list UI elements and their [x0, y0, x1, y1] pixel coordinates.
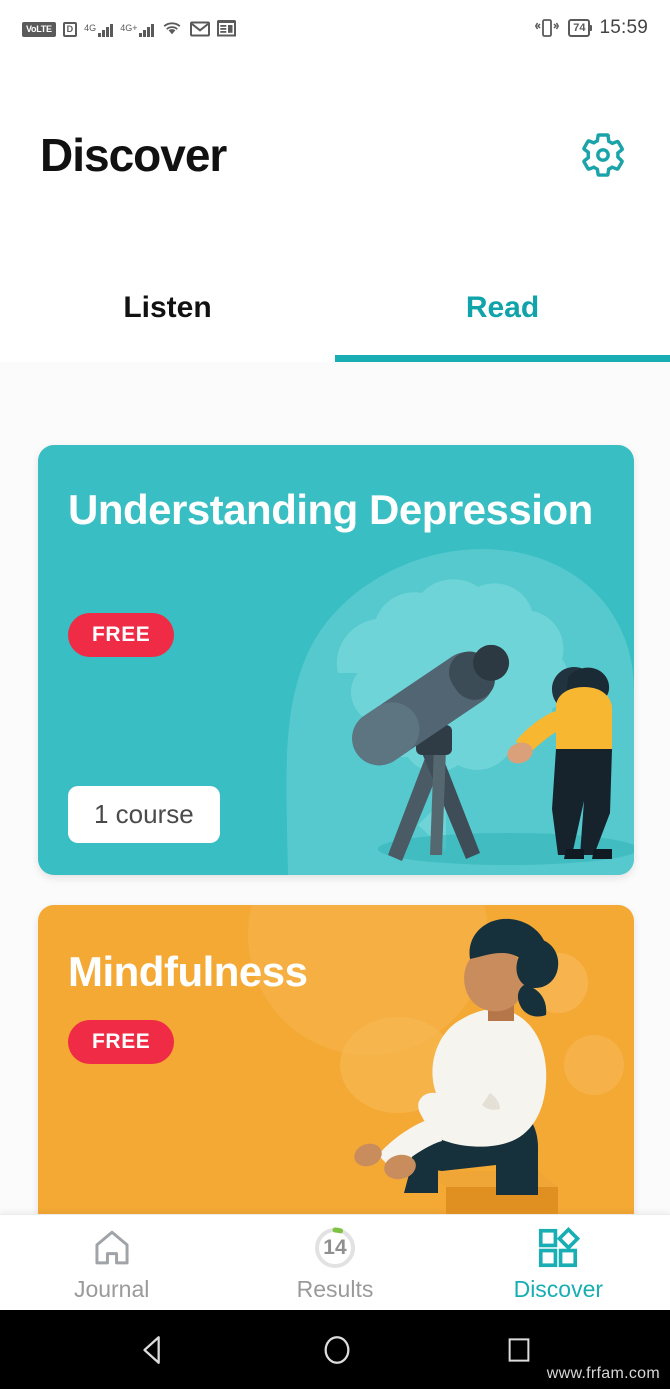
phone-screen: VoLTE D 4G 4G+ 74 15:59 Discover Listen … — [0, 0, 670, 1389]
course-card-mindfulness[interactable]: Mindfulness FREE — [38, 905, 634, 1214]
home-circle-icon[interactable] — [320, 1333, 354, 1367]
signal-4g-icon: 4G — [84, 22, 114, 37]
vibrate-icon — [535, 19, 560, 37]
android-navigation-bar: www.frfam.com — [0, 1310, 670, 1389]
signal-4gplus-icon: 4G+ — [120, 22, 155, 37]
network-type-label-2: 4G+ — [120, 22, 138, 33]
app-header: Discover — [0, 56, 670, 254]
course-count-pill: 1 course — [68, 786, 220, 843]
nav-item-journal[interactable]: Journal — [0, 1215, 223, 1310]
network-type-label-1: 4G — [84, 22, 97, 33]
free-badge: FREE — [68, 1020, 175, 1064]
bottom-navigation-bar: Journal 14 Results Discover — [0, 1214, 670, 1310]
status-bar: VoLTE D 4G 4G+ 74 15:59 — [0, 0, 670, 56]
volte-icon: VoLTE — [22, 21, 56, 37]
course-card-understanding-depression[interactable]: Understanding Depression FREE 1 course — [38, 445, 634, 875]
progress-ring-icon: 14 — [312, 1226, 358, 1270]
free-badge: FREE — [68, 613, 175, 657]
nav-item-results-label: Results — [296, 1276, 374, 1302]
clock: 15:59 — [599, 17, 648, 38]
nav-item-discover[interactable]: Discover — [447, 1215, 670, 1310]
wifi-icon — [164, 21, 181, 34]
nav-item-discover-label: Discover — [513, 1276, 604, 1302]
card-title: Understanding Depression — [68, 486, 593, 533]
home-icon — [90, 1226, 134, 1270]
nav-item-journal-label: Journal — [73, 1276, 150, 1302]
tab-listen-label: Listen — [123, 291, 212, 324]
status-bar-right-icons: 74 15:59 — [535, 17, 648, 39]
dual-sim-icon: D — [62, 21, 78, 37]
settings-button[interactable] — [576, 128, 630, 182]
nav-item-results[interactable]: 14 Results — [223, 1215, 446, 1310]
tab-read[interactable]: Read — [335, 254, 670, 362]
watermark: www.frfam.com — [546, 1365, 660, 1382]
page-title: Discover — [40, 129, 227, 181]
battery-icon: 74 — [568, 19, 593, 37]
tab-listen[interactable]: Listen — [0, 254, 335, 362]
grid-diamond-icon — [536, 1226, 581, 1270]
recents-square-icon[interactable] — [504, 1335, 534, 1365]
content-scroll-area[interactable]: Understanding Depression FREE 1 course M… — [0, 362, 670, 1214]
card-title: Mindfulness — [68, 948, 308, 995]
back-triangle-icon[interactable] — [136, 1333, 170, 1367]
status-bar-left-icons: VoLTE D 4G 4G+ — [22, 19, 237, 37]
news-icon — [217, 19, 237, 36]
tab-read-label: Read — [465, 291, 540, 324]
tab-bar: Listen Read — [0, 254, 670, 362]
gear-icon — [582, 133, 624, 177]
results-badge-count: 14 — [323, 1236, 347, 1259]
gmail-icon — [190, 21, 211, 36]
